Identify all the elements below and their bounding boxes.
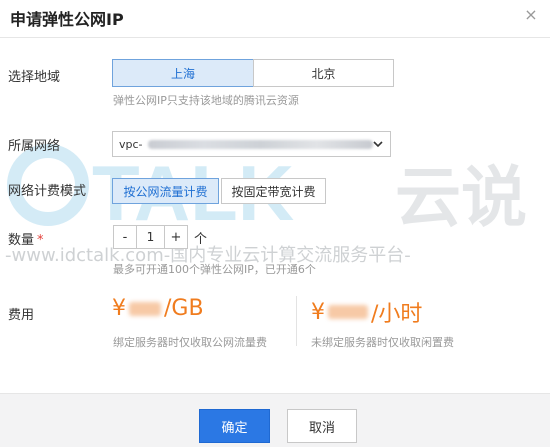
region-hint: 弹性公网IP只支持该地域的腾讯云资源 xyxy=(113,94,299,107)
quantity-stepper: - 1 + 个 xyxy=(113,225,207,249)
billing-option-bandwidth[interactable]: 按固定带宽计费 xyxy=(221,178,326,204)
price-bound-value-redacted xyxy=(129,301,161,316)
price-bound-currency: ¥ xyxy=(112,296,126,321)
quantity-value[interactable]: 1 xyxy=(137,225,164,249)
price-bound-unit: /GB xyxy=(164,296,204,321)
billing-label: 网络计费模式 xyxy=(8,184,87,199)
price-bound-note: 绑定服务器时仅收取公网流量费 xyxy=(113,336,267,349)
billing-mode-selector: 按公网流量计费 按固定带宽计费 xyxy=(112,178,326,204)
region-label: 选择地域 xyxy=(8,70,61,85)
chevron-down-icon xyxy=(373,141,383,148)
watermark: TALK 云说 -www.idctalk.com-国内专业云计算交流服务平台- xyxy=(5,144,527,266)
quantity-label-text: 数量 xyxy=(8,233,35,248)
price-unbound-currency: ¥ xyxy=(311,299,325,325)
quantity-label: 数量 * xyxy=(8,229,44,248)
close-icon[interactable]: × xyxy=(522,6,540,24)
quantity-unit: 个 xyxy=(194,231,208,247)
cancel-button[interactable]: 取消 xyxy=(287,409,357,443)
network-select[interactable]: vpc- xyxy=(112,131,391,157)
price-bound: ¥ /GB xyxy=(112,296,204,321)
required-mark: * xyxy=(37,233,44,248)
region-option-shanghai[interactable]: 上海 xyxy=(112,59,254,87)
dialog-header: 申请弹性公网IP × xyxy=(0,0,550,38)
region-selector: 上海 北京 xyxy=(112,59,394,87)
decrement-button[interactable]: - xyxy=(113,225,137,249)
billing-option-traffic[interactable]: 按公网流量计费 xyxy=(112,178,219,204)
price-unbound: ¥ /小时 xyxy=(311,296,422,328)
quantity-hint: 最多可开通100个弹性公网IP，已开通6个 xyxy=(113,263,316,276)
price-unbound-unit: /小时 xyxy=(371,302,423,327)
network-id-redacted xyxy=(148,140,373,149)
dialog-footer: 确定 取消 xyxy=(0,393,550,447)
fee-label: 费用 xyxy=(8,308,35,323)
confirm-button[interactable]: 确定 xyxy=(199,409,270,443)
region-option-beijing[interactable]: 北京 xyxy=(253,59,394,87)
price-divider xyxy=(296,296,297,346)
dialog-title: 申请弹性公网IP xyxy=(10,10,124,29)
increment-button[interactable]: + xyxy=(164,225,188,249)
watermark-brand-cn: 云说 xyxy=(395,159,527,236)
price-unbound-value-redacted xyxy=(328,305,368,319)
network-label: 所属网络 xyxy=(8,139,61,154)
network-select-value: vpc- xyxy=(119,138,143,151)
price-unbound-note: 未绑定服务器时仅收取闲置费 xyxy=(311,336,454,349)
